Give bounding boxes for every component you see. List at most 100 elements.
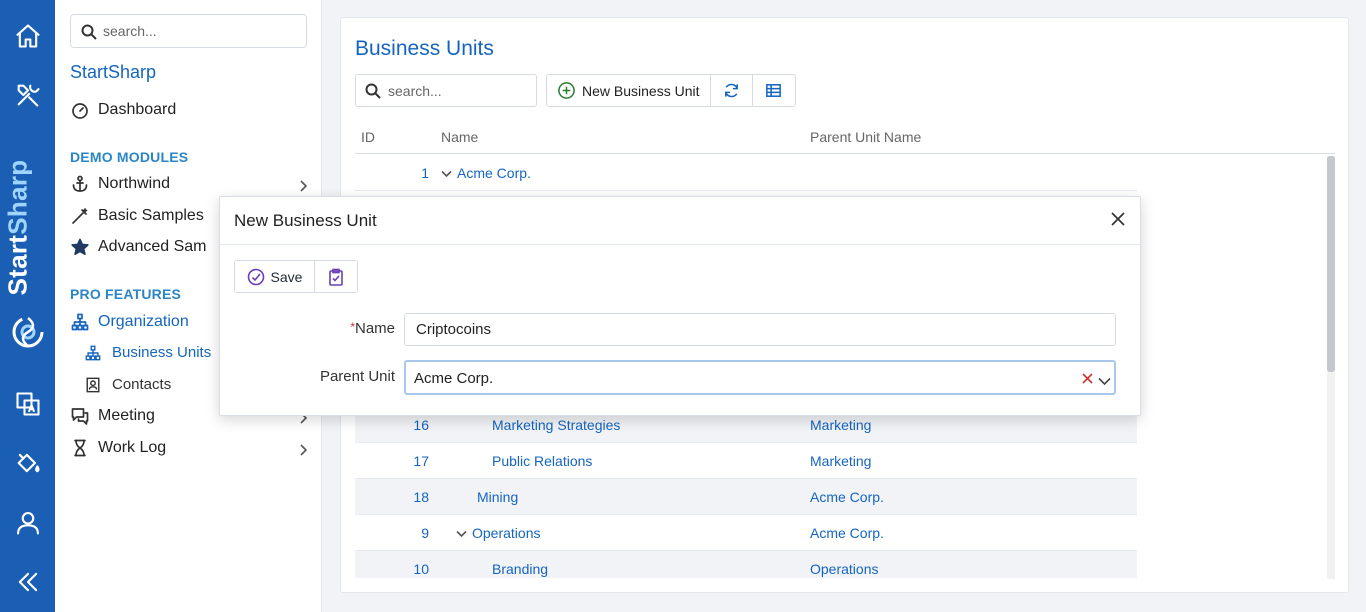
row-parent[interactable]: Acme Corp. <box>810 525 884 541</box>
parent-unit-value: Acme Corp. <box>414 370 494 387</box>
section-header-demo: DEMO MODULES <box>70 149 189 165</box>
refresh-button[interactable] <box>711 75 753 106</box>
row-parent[interactable]: Acme Corp. <box>810 489 884 505</box>
parent-unit-label: Parent Unit <box>319 368 395 385</box>
row-name[interactable]: Branding <box>492 561 548 577</box>
sidebar-item-label: Contacts <box>112 376 172 393</box>
sidebar-item-label: Advanced Sam <box>98 238 207 255</box>
dialog-toolbar: Save <box>234 260 358 293</box>
app-title[interactable]: StartSharp <box>70 62 156 83</box>
sidebar-item-basic-samples[interactable]: Basic Samples <box>70 207 204 225</box>
search-icon <box>365 83 381 99</box>
row-name[interactable]: Marketing Strategies <box>492 417 620 433</box>
row-parent[interactable]: Marketing <box>810 453 871 469</box>
gauge-icon <box>70 101 90 119</box>
row-parent[interactable]: Marketing <box>810 417 871 433</box>
sidebar-item-northwind[interactable]: Northwind <box>70 175 170 193</box>
row-id: 17 <box>413 453 429 469</box>
name-field[interactable] <box>404 313 1116 346</box>
table-icon <box>766 84 781 97</box>
apply-changes-button[interactable] <box>315 261 357 292</box>
column-header-parent[interactable]: Parent Unit Name <box>810 129 921 145</box>
grid-search-box[interactable] <box>355 74 537 107</box>
save-button[interactable]: Save <box>235 261 315 292</box>
row-id: 9 <box>421 525 429 541</box>
table-row[interactable]: 17 Public Relations Marketing <box>355 443 1137 479</box>
name-input[interactable] <box>405 314 1115 345</box>
table-row[interactable]: 9 Operations Acme Corp. <box>355 515 1137 551</box>
section-header-pro: PRO FEATURES <box>70 286 182 302</box>
table-row[interactable]: 10 Branding Operations <box>355 551 1137 578</box>
sidebar-item-label: Business Units <box>112 344 212 361</box>
user-icon[interactable] <box>13 508 43 538</box>
org-chart-icon <box>70 313 90 331</box>
anchor-icon <box>70 175 90 193</box>
row-parent[interactable]: Operations <box>810 561 878 577</box>
name-label: *Name <box>350 320 395 337</box>
header-divider <box>355 153 1335 154</box>
home-icon[interactable] <box>13 21 43 51</box>
star-icon <box>70 238 90 256</box>
sidebar-item-label: Northwind <box>98 175 171 192</box>
grid-toolbar: New Business Unit <box>546 74 796 107</box>
brand-vertical-logo: StartSharp <box>2 159 33 296</box>
row-name[interactable]: Operations <box>456 525 540 541</box>
collapse-icon[interactable] <box>13 567 43 597</box>
sidebar-search-box[interactable] <box>70 14 307 48</box>
row-name[interactable]: Mining <box>477 489 518 505</box>
chevron-right-icon[interactable] <box>298 443 308 456</box>
column-header-name[interactable]: Name <box>441 129 478 145</box>
contact-card-icon <box>85 377 103 393</box>
sidebar-search-input[interactable] <box>103 21 293 41</box>
row-id: 1 <box>421 165 429 181</box>
sidebar-item-organization[interactable]: Organization <box>70 313 189 331</box>
row-name[interactable]: Public Relations <box>492 453 592 469</box>
new-business-unit-dialog: New Business Unit Save *Name Parent Unit… <box>219 196 1141 416</box>
icon-rail: StartSharp <box>0 0 55 612</box>
tools-icon[interactable] <box>13 80 43 110</box>
row-id: 10 <box>413 561 429 577</box>
close-icon[interactable] <box>1109 210 1127 228</box>
sidebar-item-label: Basic Samples <box>98 207 204 224</box>
sidebar-item-label: Work Log <box>98 439 167 456</box>
grid-scrollbar-thumb[interactable] <box>1327 156 1335 372</box>
startsharp-logo-icon <box>10 314 46 350</box>
chevron-right-icon[interactable] <box>298 179 308 192</box>
row-id: 16 <box>413 417 429 433</box>
table-row[interactable]: 18 Mining Acme Corp. <box>355 479 1137 515</box>
search-icon <box>81 24 97 40</box>
sidebar-item-advanced-samples[interactable]: Advanced Sam <box>70 238 207 256</box>
sidebar-item-meeting[interactable]: Meeting <box>70 407 155 425</box>
magic-wand-icon <box>70 207 90 225</box>
page-title: Business Units <box>355 37 494 60</box>
parent-unit-select[interactable]: Acme Corp. <box>404 360 1116 395</box>
new-business-unit-button[interactable]: New Business Unit <box>547 75 711 106</box>
check-circle-icon <box>247 268 264 285</box>
paint-bucket-icon[interactable] <box>13 448 43 478</box>
column-header-id[interactable]: ID <box>361 129 375 145</box>
sidebar-item-label: Meeting <box>98 407 155 424</box>
clipboard-check-icon <box>329 268 343 286</box>
org-chart-icon <box>85 345 103 361</box>
translate-icon[interactable] <box>13 389 43 419</box>
grid-search-input[interactable] <box>388 82 528 100</box>
row-name[interactable]: Acme Corp. <box>441 165 531 181</box>
hourglass-icon <box>70 439 90 457</box>
sidebar-item-label: Organization <box>98 313 189 330</box>
dialog-divider <box>220 244 1140 245</box>
chevron-down-icon[interactable] <box>456 525 470 541</box>
sidebar-subitem-contacts[interactable]: Contacts <box>85 376 171 393</box>
sidebar-item-label: Dashboard <box>98 101 177 118</box>
chevron-down-icon[interactable] <box>1098 373 1111 386</box>
add-circle-icon <box>558 82 575 99</box>
table-row[interactable]: 1 Acme Corp. <box>355 155 1137 191</box>
sidebar-item-dashboard[interactable]: Dashboard <box>70 101 176 119</box>
clear-icon[interactable] <box>1082 371 1094 384</box>
sidebar-item-work-log[interactable]: Work Log <box>70 439 166 457</box>
refresh-icon <box>724 83 738 98</box>
dialog-title: New Business Unit <box>234 211 377 230</box>
chevron-down-icon[interactable] <box>441 165 455 181</box>
row-id: 18 <box>413 489 429 505</box>
sidebar-subitem-business-units[interactable]: Business Units <box>85 344 211 361</box>
column-picker-button[interactable] <box>753 75 795 106</box>
